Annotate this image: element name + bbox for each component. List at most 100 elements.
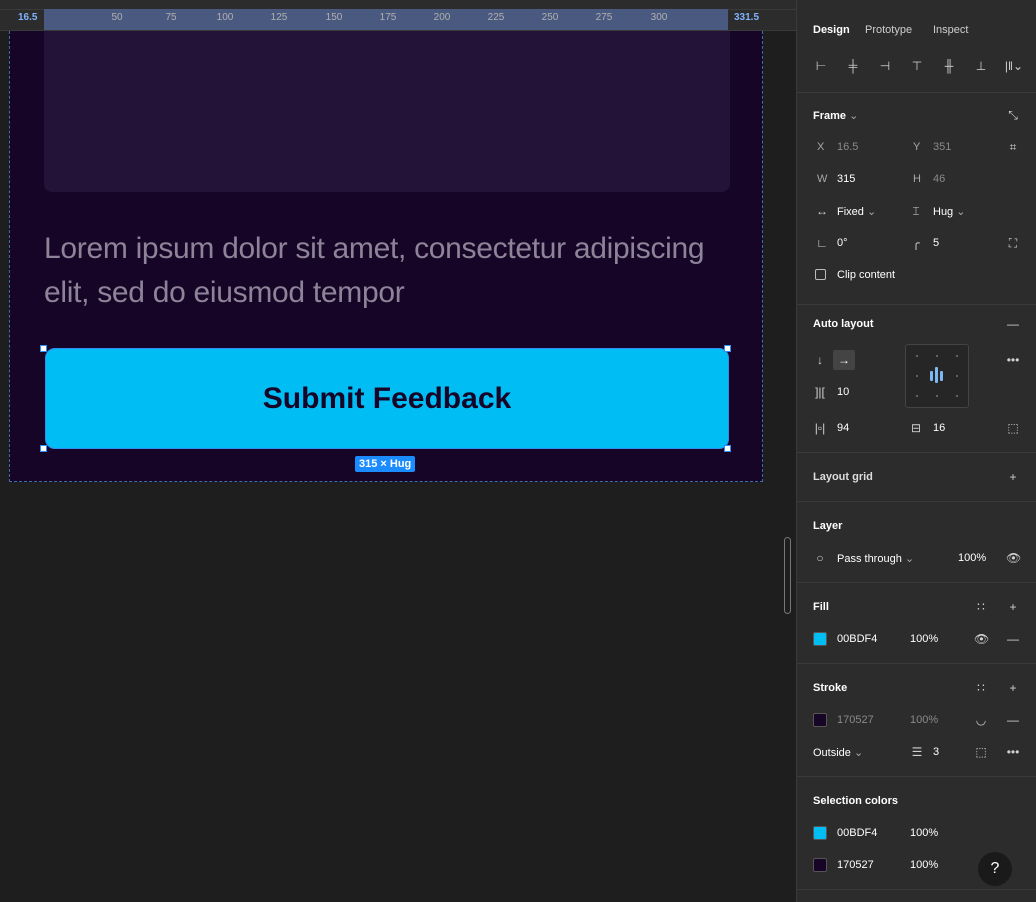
remove-stroke-icon[interactable]: — — [1006, 713, 1020, 727]
help-button[interactable]: ? — [978, 852, 1012, 886]
divider — [797, 304, 1036, 305]
button-label: Submit Feedback — [262, 381, 512, 415]
layer-opacity-field[interactable]: 100% — [958, 552, 986, 564]
w-label: W — [817, 173, 828, 185]
rotation-icon: ∟ — [816, 236, 828, 250]
x-label: X — [817, 141, 825, 153]
size-badge: 315 × Hug — [355, 456, 416, 472]
resize-handle-top-left[interactable] — [40, 345, 47, 352]
divider — [797, 889, 1036, 890]
selection-color-swatch[interactable] — [813, 826, 827, 840]
add-stroke-icon[interactable]: + — [1006, 681, 1020, 695]
body-paragraph[interactable]: Lorem ipsum dolor sit amet, consectetur … — [44, 227, 734, 315]
image-placeholder[interactable] — [44, 31, 730, 192]
ruler-tick: 150 — [325, 12, 343, 23]
style-grid-icon[interactable]: ∷ — [974, 600, 988, 614]
visibility-eye-icon[interactable]: 👁 — [1006, 551, 1021, 565]
individual-strokes-icon[interactable]: ⬚ — [974, 745, 988, 759]
add-fill-icon[interactable]: + — [1006, 600, 1020, 614]
fill-title: Fill — [813, 601, 829, 613]
resize-handle-bottom-left[interactable] — [40, 445, 47, 452]
independent-corners-icon[interactable]: ⛶ — [1006, 236, 1020, 250]
spacing-between-icon: ]|[ — [815, 385, 825, 399]
submit-feedback-button[interactable]: Submit Feedback — [45, 348, 729, 449]
constraints-icon[interactable]: ⌗ — [1006, 140, 1020, 154]
ruler-tick: 200 — [433, 12, 451, 23]
vertical-direction-icon[interactable]: ↓ — [813, 353, 827, 367]
x-field[interactable]: 16.5 — [837, 141, 858, 153]
fill-swatch[interactable] — [813, 632, 827, 646]
align-right-icon[interactable]: ⊣ — [877, 58, 893, 74]
align-vertical-center-icon[interactable]: ╫ — [941, 58, 957, 74]
stroke-style-grid-icon[interactable]: ∷ — [974, 681, 988, 695]
selection-color-opacity[interactable]: 100% — [910, 859, 938, 871]
remove-auto-layout-icon[interactable]: — — [1006, 317, 1020, 331]
align-left-icon[interactable]: ⊢ — [813, 58, 829, 74]
vertical-padding-field[interactable]: 16 — [933, 422, 945, 434]
horizontal-padding-field[interactable]: 94 — [837, 422, 849, 434]
add-layout-grid-icon[interactable]: + — [1006, 470, 1020, 484]
canvas-scrollbar[interactable] — [784, 537, 791, 614]
clip-content-checkbox[interactable] — [815, 269, 826, 280]
stroke-hex-field[interactable]: 170527 — [837, 714, 874, 726]
stroke-hidden-eye-icon[interactable]: ◡ — [974, 713, 988, 727]
ruler-tick: 75 — [165, 12, 177, 23]
frame-section-title[interactable]: Frame ⌄ — [813, 109, 858, 122]
align-horizontal-center-icon[interactable]: ╪ — [845, 58, 861, 74]
tab-inspect[interactable]: Inspect — [933, 24, 968, 36]
ruler-tick: 125 — [270, 12, 288, 23]
selection-color-hex[interactable]: 170527 — [837, 859, 874, 871]
selection-color-opacity[interactable]: 100% — [910, 827, 938, 839]
stroke-more-options-icon[interactable]: ••• — [1004, 745, 1022, 759]
auto-layout-title: Auto layout — [813, 318, 874, 330]
remove-fill-icon[interactable]: — — [1006, 632, 1020, 646]
stroke-opacity-field[interactable]: 100% — [910, 714, 938, 726]
height-mode-select[interactable]: Hug ⌄ — [933, 205, 965, 218]
layout-grid-title: Layout grid — [813, 471, 873, 483]
fill-opacity-field[interactable]: 100% — [910, 633, 938, 645]
individual-padding-icon[interactable]: ⬚ — [1006, 421, 1020, 435]
vertical-padding-icon: ⊟ — [910, 421, 922, 435]
h-label: H — [913, 173, 921, 185]
blend-mode-select[interactable]: Pass through ⌄ — [837, 552, 914, 565]
horizontal-direction-button[interactable]: → — [833, 350, 855, 370]
design-frame[interactable]: Lorem ipsum dolor sit amet, consectetur … — [9, 31, 763, 482]
divider — [797, 582, 1036, 583]
fill-visibility-eye-icon[interactable]: 👁 — [974, 632, 989, 646]
stroke-position-select[interactable]: Outside ⌄ — [813, 746, 863, 759]
w-field[interactable]: 315 — [837, 173, 855, 185]
divider — [797, 776, 1036, 777]
align-bottom-icon[interactable]: ⊥ — [973, 58, 989, 74]
canvas[interactable]: 16.5 331.5 50 75 100 125 150 175 200 225… — [0, 0, 796, 902]
layer-title: Layer — [813, 520, 843, 532]
horizontal-ruler: 16.5 331.5 50 75 100 125 150 175 200 225… — [0, 0, 796, 31]
properties-panel: Design Prototype Inspect ⊢ ╪ ⊣ ⊤ ╫ ⊥ |‖⌄… — [796, 0, 1036, 902]
gap-field[interactable]: 10 — [837, 386, 849, 398]
y-field[interactable]: 351 — [933, 141, 951, 153]
selection-color-hex[interactable]: 00BDF4 — [837, 827, 877, 839]
selection-color-swatch[interactable] — [813, 858, 827, 872]
resize-handle-top-right[interactable] — [724, 345, 731, 352]
fill-hex-field[interactable]: 00BDF4 — [837, 633, 877, 645]
resize-handle-bottom-right[interactable] — [724, 445, 731, 452]
corner-radius-icon: ╭ — [912, 236, 920, 250]
h-field[interactable]: 46 — [933, 173, 945, 185]
stroke-title: Stroke — [813, 682, 848, 694]
panel-tabs: Design Prototype Inspect — [797, 0, 1036, 45]
width-mode-select[interactable]: Fixed ⌄ — [837, 205, 876, 218]
ruler-tick: 50 — [111, 12, 123, 23]
more-options-icon[interactable]: ••• — [1004, 353, 1022, 367]
selection-colors-title: Selection colors — [813, 795, 898, 807]
tab-design[interactable]: Design — [813, 24, 850, 36]
rotation-field[interactable]: 0° — [837, 237, 848, 249]
stroke-swatch[interactable] — [813, 713, 827, 727]
tab-prototype[interactable]: Prototype — [865, 24, 912, 36]
stroke-weight-field[interactable]: 3 — [933, 746, 939, 758]
ruler-tick: 250 — [541, 12, 559, 23]
corner-radius-field[interactable]: 5 — [933, 237, 939, 249]
ruler-tick: 100 — [216, 12, 234, 23]
alignment-grid[interactable] — [905, 344, 969, 408]
align-top-icon[interactable]: ⊤ — [909, 58, 925, 74]
resize-to-fit-icon[interactable]: ⤡ — [1006, 108, 1020, 122]
distribute-icon[interactable]: |‖⌄ — [1002, 58, 1026, 74]
